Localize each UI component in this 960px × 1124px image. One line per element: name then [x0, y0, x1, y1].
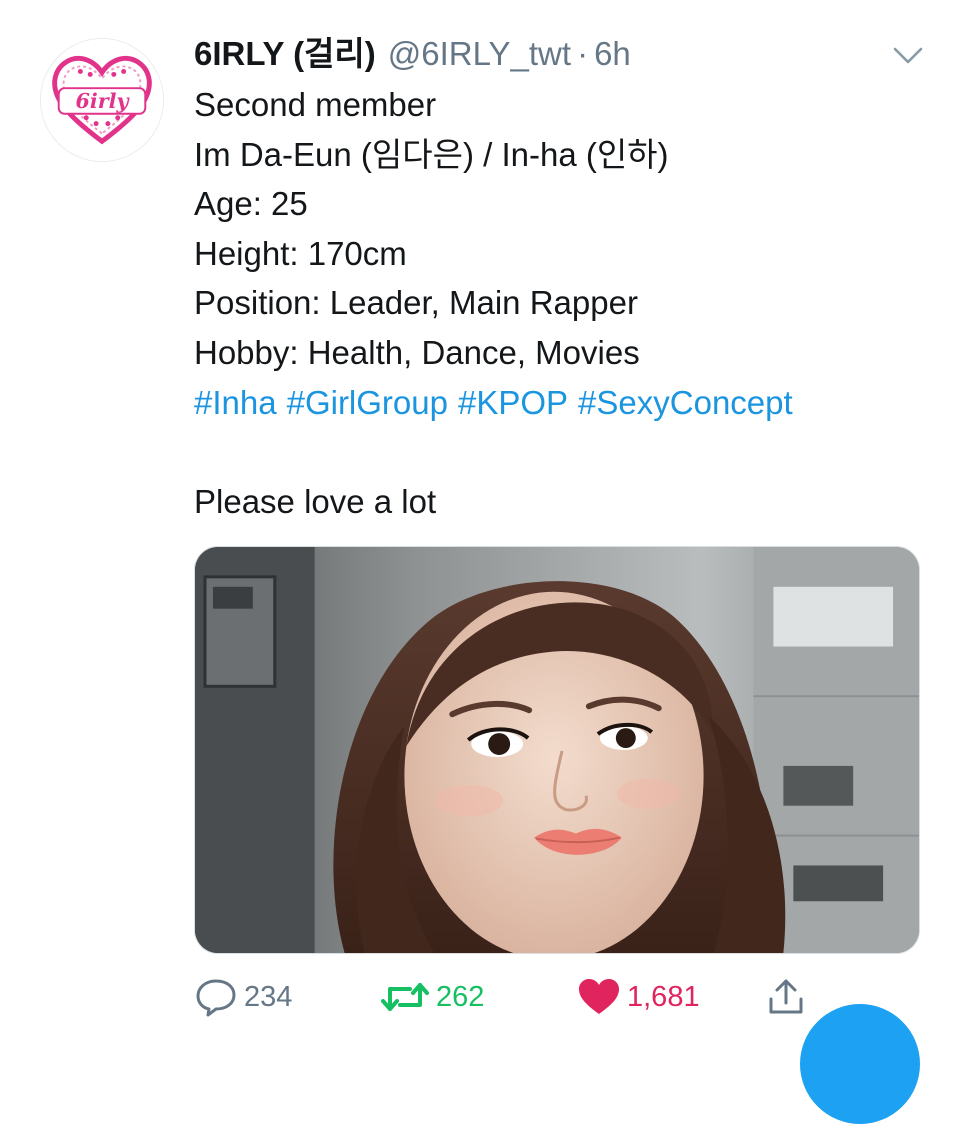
tweet-timestamp[interactable]: 6h: [594, 28, 631, 80]
separator-dot: ·: [577, 35, 589, 72]
share-button[interactable]: [766, 972, 806, 1022]
reply-button[interactable]: 234: [194, 972, 292, 1022]
tweet-line: Age: 25: [194, 185, 308, 223]
hashtag-link[interactable]: #Inha: [194, 384, 277, 421]
hashtag-link[interactable]: #KPOP: [458, 384, 568, 421]
tweet-photo[interactable]: [194, 546, 920, 954]
hashtag-line: #Inha #GirlGroup #KPOP #SexyConcept: [194, 378, 934, 428]
tweet-menu-button[interactable]: [890, 40, 926, 70]
tweet-line: Height: 170cm: [194, 234, 407, 272]
retweet-icon: [381, 983, 429, 1011]
member-portrait-image: [195, 547, 919, 953]
retweet-count: 262: [436, 980, 485, 1013]
profile-avatar[interactable]: 6irly: [40, 38, 164, 162]
user-handle[interactable]: @6IRLY_twt: [388, 28, 571, 80]
compose-tweet-button[interactable]: [800, 1004, 920, 1124]
tweet-line: Im Da-Eun (임다은) / In-ha (인하): [194, 135, 669, 173]
reply-icon: [196, 979, 236, 1017]
hashtag-link[interactable]: #SexyConcept: [578, 384, 793, 421]
tweet-line: Hobby: Health, Dance, Movies: [194, 333, 640, 371]
display-name[interactable]: 6IRLY (걸리): [194, 28, 376, 80]
share-icon: [769, 979, 803, 1014]
like-count: 1,681: [627, 980, 700, 1013]
tweet-action-bar: 234 262 1,681: [194, 972, 934, 1022]
tweet-line: Position: Leader, Main Rapper: [194, 284, 638, 322]
svg-text:6irly: 6irly: [76, 89, 131, 113]
heart-icon: [579, 979, 619, 1014]
retweet-button[interactable]: 262: [380, 972, 484, 1022]
6irly-logo: 6irly: [41, 39, 163, 161]
hashtag-link[interactable]: #GirlGroup: [287, 384, 448, 421]
like-button[interactable]: 1,681: [577, 972, 700, 1022]
tweet-line: Second member: [194, 86, 437, 123]
chevron-down-icon: [893, 47, 923, 64]
tweet-header: 6IRLY (걸리) @6IRLY_twt · 6h: [194, 28, 631, 80]
tweet-line: Please love a lot: [194, 482, 437, 520]
tweet-text: Second member Im Da-Eun (임다은) / In-ha (인…: [194, 80, 934, 526]
reply-count: 234: [244, 980, 293, 1013]
